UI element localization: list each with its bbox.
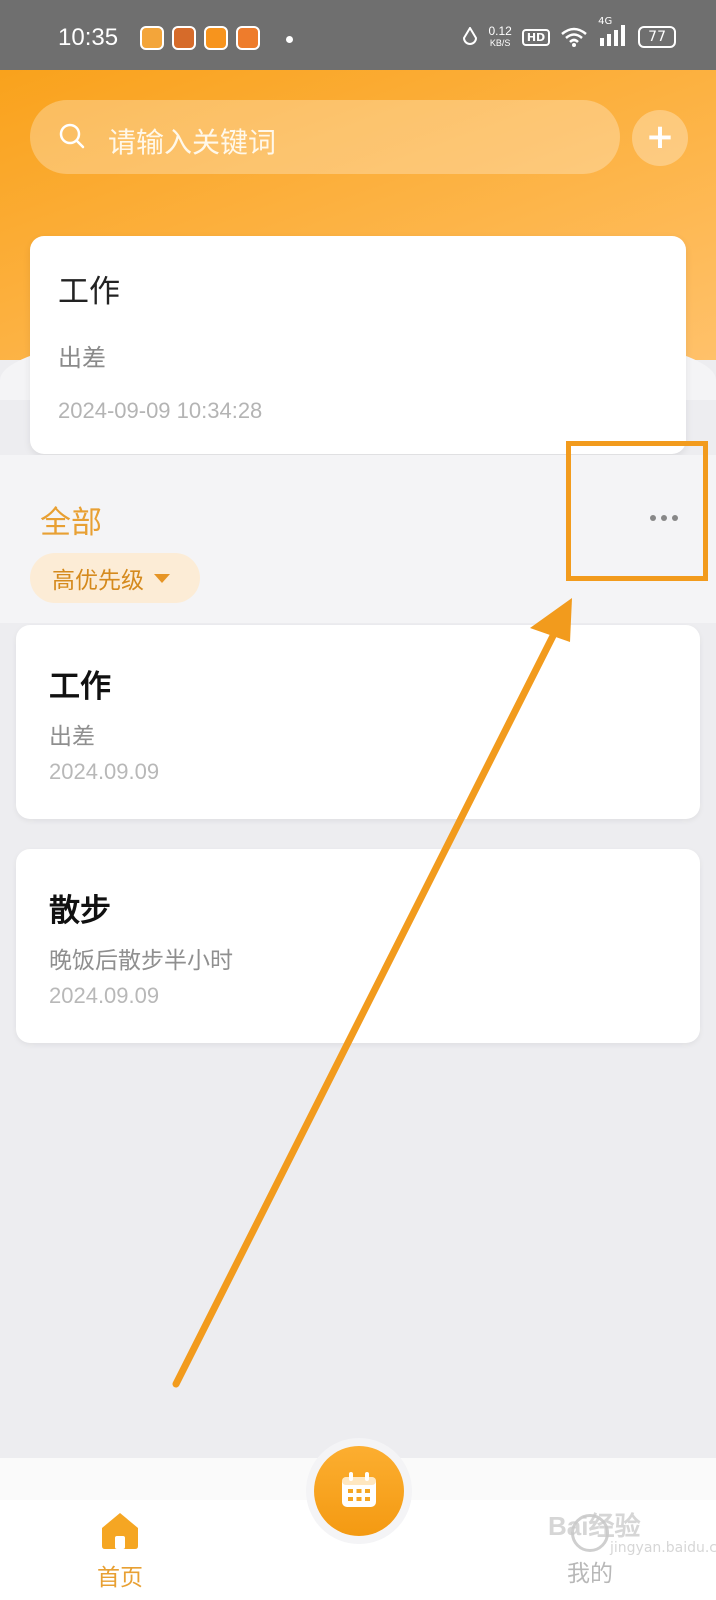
video-app-icon — [204, 26, 228, 50]
baidu-watermark-url: jingyan.baidu.com — [610, 1540, 716, 1556]
nav-home-label: 首页 — [97, 1565, 143, 1591]
featured-task-timestamp: 2024-09-09 10:34:28 — [58, 398, 263, 423]
status-bar: 10:35 0.12 KB/S HD 4G 77 — [0, 0, 716, 70]
task-description: 晚饭后散步半小时 — [49, 948, 233, 974]
app-notification-icon — [236, 26, 260, 50]
hd-badge: HD — [521, 28, 551, 46]
calendar-button[interactable] — [314, 1446, 404, 1536]
task-title: 工作 — [49, 669, 111, 705]
app-notification-icon — [140, 26, 164, 50]
featured-task-title: 工作 — [58, 274, 120, 310]
notification-icons — [140, 26, 260, 50]
app-notification-icon — [172, 26, 196, 50]
featured-task-card[interactable]: 工作 出差 2024-09-09 10:34:28 — [30, 236, 686, 454]
battery-indicator: 77 — [638, 26, 676, 48]
task-description: 出差 — [49, 724, 95, 750]
cellular-signal: 4G — [598, 16, 628, 50]
search-input[interactable]: 请输入关键词 — [30, 100, 620, 174]
task-card[interactable]: 散步 晚饭后散步半小时 2024.09.09 — [16, 849, 700, 1043]
net-speed-value: 0.12 — [488, 24, 512, 38]
wifi-icon — [561, 27, 587, 47]
caret-down-icon — [154, 573, 170, 583]
nav-mine-label: 我的 — [567, 1561, 613, 1587]
home-icon — [102, 1513, 138, 1549]
net-speed: 0.12 KB/S — [488, 25, 511, 49]
signal-icon — [600, 25, 626, 46]
status-time: 10:35 — [58, 24, 119, 51]
annotation-highlight-box — [566, 441, 708, 581]
task-date: 2024.09.09 — [49, 759, 160, 784]
add-button[interactable]: + — [632, 110, 688, 166]
section-title[interactable]: 全部 — [40, 497, 102, 542]
task-title: 散步 — [49, 893, 111, 929]
calendar-icon — [342, 1472, 376, 1507]
nav-home-tab[interactable]: 首页 — [88, 1510, 152, 1592]
network-type: 4G — [598, 16, 613, 27]
priority-filter-label: 高优先级 — [52, 568, 144, 594]
search-placeholder: 请输入关键词 — [108, 126, 277, 159]
task-list: 工作 出差 2024.09.09 散步 晚饭后散步半小时 2024.09.09 — [0, 623, 716, 1458]
task-date: 2024.09.09 — [49, 983, 160, 1008]
status-right: 0.12 KB/S HD 4G 77 — [462, 16, 676, 50]
featured-task-description: 出差 — [58, 344, 106, 372]
more-notifications-dot — [286, 36, 293, 43]
data-saver-icon — [463, 27, 478, 45]
search-icon — [59, 123, 85, 149]
task-card[interactable]: 工作 出差 2024.09.09 — [16, 625, 700, 819]
priority-filter-dropdown[interactable]: 高优先级 — [30, 553, 200, 603]
baidu-watermark: Bai经验 — [548, 1511, 641, 1541]
net-speed-unit: KB/S — [489, 38, 511, 48]
